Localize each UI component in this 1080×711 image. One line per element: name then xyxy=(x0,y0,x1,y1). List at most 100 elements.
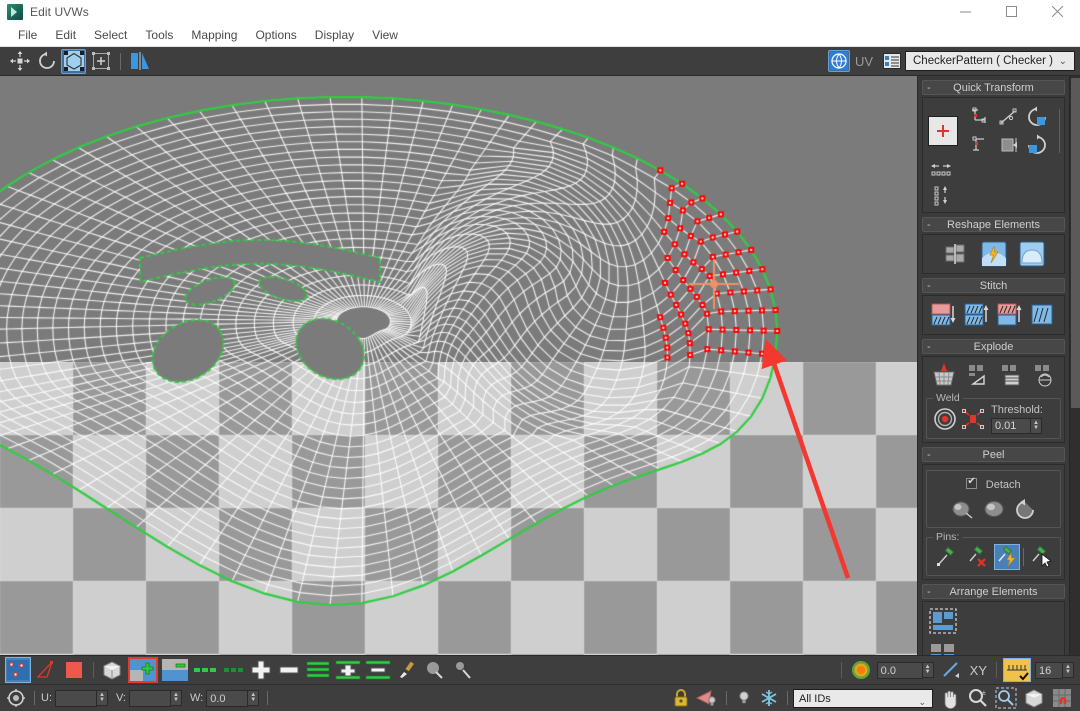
rollout-header-stitch[interactable]: - Stitch xyxy=(922,278,1065,293)
collapse-icon[interactable]: - xyxy=(927,218,931,232)
menu-tools[interactable]: Tools xyxy=(136,26,182,44)
map-channel-combo[interactable]: CheckerPattern ( Checker ) ⌄ xyxy=(905,51,1075,71)
rollout-header-reshape-elements[interactable]: - Reshape Elements xyxy=(922,217,1065,232)
mirror-icon[interactable] xyxy=(128,49,153,74)
grow-brush-icon[interactable] xyxy=(422,657,448,683)
u-spinner[interactable]: ▲ ▼ xyxy=(97,690,108,706)
filter-faces-plus-icon[interactable] xyxy=(128,657,158,683)
ring-minus-icon[interactable] xyxy=(364,657,392,683)
pin-icon[interactable] xyxy=(933,544,959,570)
falloff-input[interactable]: 0.0 xyxy=(876,661,923,679)
freeform-icon[interactable] xyxy=(88,49,113,74)
pivot-center-icon[interactable] xyxy=(5,688,27,708)
pack-normalize-icon[interactable] xyxy=(928,607,958,635)
loop-plus-icon[interactable] xyxy=(248,657,274,683)
collapse-icon[interactable]: - xyxy=(927,279,931,293)
rollout-header-quick-transform[interactable]: - Quick Transform xyxy=(922,80,1065,95)
ring-plus-icon[interactable] xyxy=(334,657,362,683)
detach-checkbox[interactable] xyxy=(966,476,978,490)
zoom-icon[interactable]: ± xyxy=(965,685,991,711)
vertex-icon[interactable] xyxy=(5,657,31,683)
collapse-icon[interactable]: - xyxy=(927,448,931,462)
w-spinner[interactable]: ▲ ▼ xyxy=(248,690,260,706)
zoom-region-icon[interactable] xyxy=(993,685,1019,711)
threshold-input[interactable]: 0.01 xyxy=(991,418,1031,434)
unpin-icon[interactable] xyxy=(964,544,990,570)
freeze-icon[interactable] xyxy=(757,685,781,711)
pack-linear-icon[interactable] xyxy=(928,641,958,655)
panel-scrollbar[interactable] xyxy=(1069,76,1080,655)
w-input[interactable]: 0.0 xyxy=(206,689,249,707)
flip-horizontal-icon[interactable] xyxy=(996,132,1022,158)
rotate-icon[interactable] xyxy=(34,49,59,74)
pan-icon[interactable] xyxy=(937,685,963,711)
space-horizontal-icon[interactable] xyxy=(928,160,954,182)
stitch-selected-icon[interactable] xyxy=(929,301,959,329)
threshold-spinner[interactable]: ▲ ▼ xyxy=(1031,418,1042,434)
show-map-icon[interactable] xyxy=(827,50,850,72)
stitch-diagonal-icon[interactable] xyxy=(995,301,1025,329)
collapse-icon[interactable]: - xyxy=(927,81,931,95)
rotate-90-cw-icon[interactable] xyxy=(1024,132,1050,158)
v-input[interactable] xyxy=(129,689,171,707)
menu-edit[interactable]: Edit xyxy=(46,26,85,44)
ring-icon[interactable] xyxy=(304,657,332,683)
scale-icon[interactable] xyxy=(61,48,86,74)
u-input[interactable] xyxy=(55,689,97,707)
pelt-map-icon[interactable] xyxy=(1018,240,1046,268)
menu-options[interactable]: Options xyxy=(246,26,305,44)
move-horizontal-icon[interactable] xyxy=(928,116,958,146)
falloff-limit-icon[interactable] xyxy=(1003,658,1031,682)
pin-auto-icon[interactable] xyxy=(993,544,1020,570)
explode-smooth-icon[interactable] xyxy=(1032,361,1058,389)
limit-spinner[interactable]: ▲ ▼ xyxy=(1063,662,1074,678)
break-icon[interactable] xyxy=(929,361,959,389)
stitch-custom-icon[interactable] xyxy=(962,301,992,329)
rotate-90-ccw-icon[interactable] xyxy=(1024,104,1050,130)
paint-select-icon[interactable] xyxy=(394,657,420,683)
falloff-spinner[interactable]: ▲ ▼ xyxy=(922,662,934,678)
v-spinner[interactable]: ▲ ▼ xyxy=(171,690,182,706)
show-hidden-edges-icon[interactable] xyxy=(694,685,720,711)
explode-mat-id-icon[interactable] xyxy=(999,361,1025,389)
reset-peel-icon[interactable] xyxy=(1013,496,1039,522)
collapse-icon[interactable]: - xyxy=(927,340,931,354)
command-panel[interactable]: - Quick Transform - Reshape Elements - S… xyxy=(917,76,1069,655)
pin-selected-icon[interactable] xyxy=(1028,544,1054,570)
close-icon[interactable] xyxy=(1034,0,1080,23)
minimize-icon[interactable] xyxy=(942,0,988,23)
space-vertical-icon[interactable] xyxy=(928,184,954,206)
rollout-header-arrange-elements[interactable]: - Arrange Elements xyxy=(922,584,1065,599)
lock-icon[interactable] xyxy=(670,685,692,711)
snap-icon[interactable] xyxy=(1049,685,1075,711)
rollout-header-explode[interactable]: - Explode xyxy=(922,339,1065,354)
panel-scrollbar-thumb[interactable] xyxy=(1071,78,1080,408)
soft-selection-icon[interactable] xyxy=(848,657,874,683)
menu-display[interactable]: Display xyxy=(306,26,363,44)
zoom-extents-icon[interactable] xyxy=(1021,685,1047,711)
material-id-filter-combo[interactable]: All IDs ⌄ xyxy=(793,688,933,708)
weld-selected-icon[interactable] xyxy=(960,406,986,432)
menu-file[interactable]: File xyxy=(9,26,46,44)
filter-faces-minus-icon[interactable] xyxy=(160,657,190,683)
collapse-icon[interactable]: - xyxy=(927,585,931,599)
align-vertical-icon[interactable] xyxy=(968,104,994,130)
menu-select[interactable]: Select xyxy=(85,26,136,44)
limit-input[interactable]: 16 xyxy=(1035,661,1063,679)
peel-mode-icon[interactable] xyxy=(949,496,975,522)
quick-peel-icon[interactable] xyxy=(981,496,1007,522)
rollout-header-peel[interactable]: - Peel xyxy=(922,447,1065,462)
straighten-selection-icon[interactable] xyxy=(968,132,994,158)
maximize-icon[interactable] xyxy=(988,0,1034,23)
explode-angle-icon[interactable] xyxy=(966,361,992,389)
grow-dashed-icon[interactable] xyxy=(192,657,220,683)
align-horizontal-icon[interactable] xyxy=(996,104,1022,130)
shrink-brush-icon[interactable] xyxy=(450,657,476,683)
target-weld-icon[interactable] xyxy=(932,406,958,432)
menu-view[interactable]: View xyxy=(363,26,407,44)
quick-peel-icon[interactable] xyxy=(980,240,1008,268)
face-icon[interactable] xyxy=(61,657,87,683)
move-icon[interactable] xyxy=(7,49,32,74)
element-cube-icon[interactable] xyxy=(100,657,126,683)
uv-mesh-display[interactable] xyxy=(0,76,917,655)
